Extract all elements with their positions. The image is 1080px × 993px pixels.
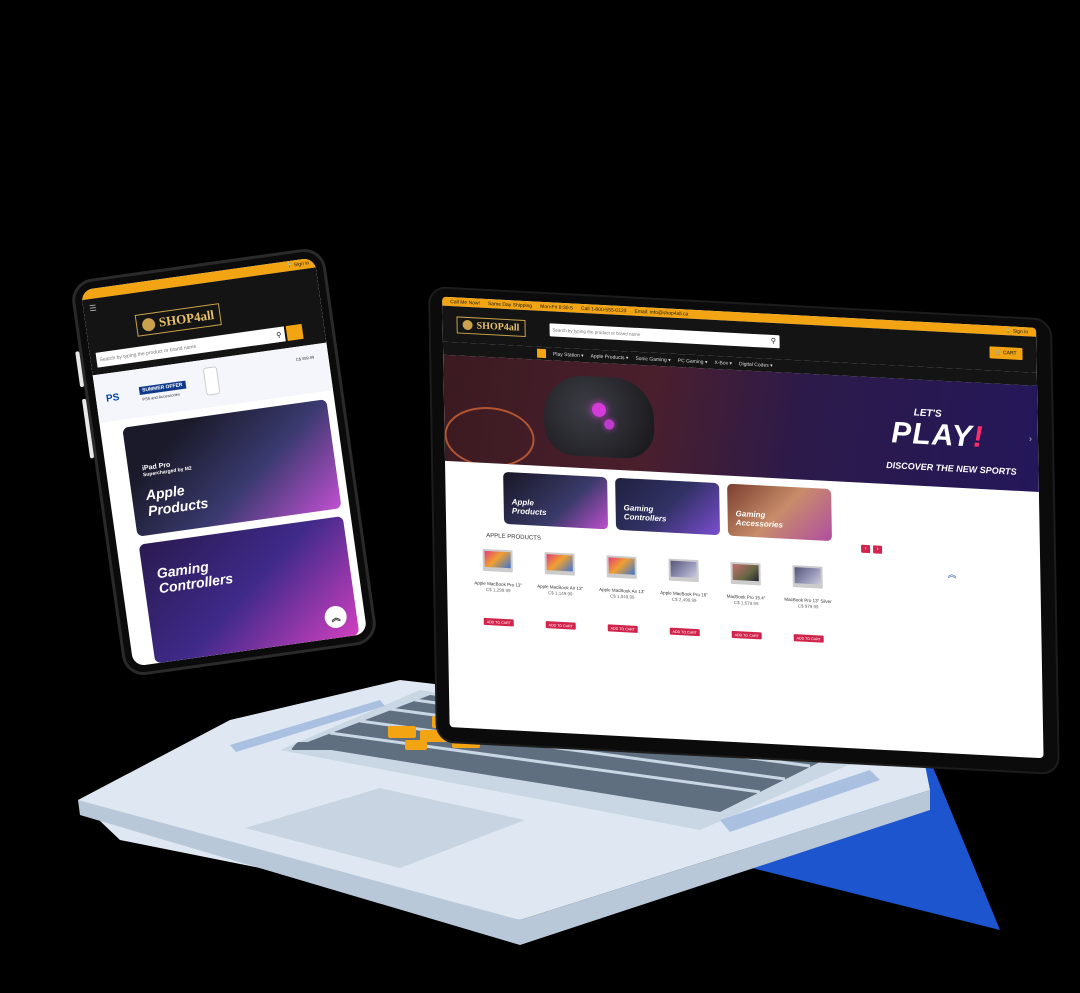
nav-item-apple[interactable]: Apple Products ▾ — [591, 353, 629, 361]
topbar-item: Mon-Fri 8:30-5 — [540, 303, 573, 312]
nav-item-digital-codes[interactable]: Digital Codes ▾ — [739, 361, 773, 369]
hero-line-3: DISCOVER THE NEW SPORTS — [886, 459, 1017, 477]
logo-mark-icon — [141, 316, 156, 332]
product-image — [730, 561, 761, 586]
home-icon[interactable] — [536, 348, 547, 359]
product-image — [482, 548, 513, 573]
product-price: C$ 1,299.99 — [485, 587, 511, 594]
console-image — [202, 366, 221, 396]
product-image — [606, 555, 637, 579]
carousel-prev-button[interactable]: ‹ — [861, 544, 871, 554]
add-to-cart-button[interactable]: ADD TO CART — [793, 634, 824, 644]
logo-text: SHOP4all — [157, 307, 216, 330]
hero-exclamation: ! — [972, 420, 985, 455]
product-card[interactable]: MacBook Pro 15.4" C$ 1,679.99 ADD TO CAR… — [716, 551, 775, 641]
nav-item-pc-gaming[interactable]: PC Gaming ▾ — [678, 358, 708, 366]
product-price: C$ 1,149.99 — [547, 590, 573, 597]
product-card[interactable]: Apple MacBook Pro 16" C$ 2,499.99 ADD TO… — [654, 548, 713, 638]
logo-text: SHOP4all — [476, 319, 520, 334]
topbar-item: Call Me Now! — [450, 298, 480, 307]
product-price: C$ 1,679.99 — [733, 600, 759, 607]
product-list: Apple MacBook Pro 13" C$ 1,299.99 ADD TO… — [468, 538, 837, 644]
product-price: C$ 1,049.99 — [609, 593, 635, 601]
product-price: C$ 979.99 — [797, 603, 819, 610]
product-name[interactable]: MacBook Pro 15.4" — [727, 594, 766, 601]
hero-line-2: PLAY! — [891, 416, 984, 455]
category-label: Apple Products — [144, 482, 210, 519]
add-to-cart-button[interactable]: ADD TO CART — [669, 628, 700, 637]
product-image — [544, 552, 575, 576]
laptop-screen: Call Me Now! Same Day Shipping Mon-Fri 8… — [442, 296, 1044, 759]
gamepad-button-glow — [604, 419, 615, 430]
promo-price: C$ 599.99 — [295, 354, 315, 362]
add-to-cart-button[interactable]: ADD TO CART — [731, 631, 762, 640]
add-to-cart-button[interactable]: ADD TO CART — [607, 624, 638, 634]
product-card[interactable]: MacBook Pro 13" Silver C$ 979.99 ADD TO … — [778, 554, 837, 644]
product-image — [792, 565, 823, 589]
category-gaming-controllers[interactable]: Gaming Controllers — [615, 477, 721, 536]
nav-item-sonic[interactable]: Sonic Gaming ▾ — [635, 355, 670, 363]
phone-site-logo[interactable]: SHOP4all — [134, 303, 222, 337]
scroll-top-icon[interactable]: ︽ — [323, 604, 349, 630]
laptop-screen-frame: Call Me Now! Same Day Shipping Mon-Fri 8… — [430, 288, 1058, 774]
add-to-cart-button[interactable]: ADD TO CART — [545, 621, 576, 631]
phone-cart-button[interactable] — [285, 323, 304, 341]
search-bar: ⚲ — [549, 322, 780, 348]
category-label: Gaming Controllers — [623, 503, 667, 524]
category-label: Apple Products — [511, 497, 547, 518]
category-apple-products[interactable]: Apple Products — [503, 471, 609, 530]
phone-category-apple-products[interactable]: iPad Pro Supercharged by M2 Apple Produc… — [122, 399, 342, 537]
search-icon[interactable]: ⚲ — [767, 334, 779, 348]
playstation-logo: PS — [105, 391, 121, 405]
carousel-next-button[interactable]: › — [873, 545, 883, 554]
product-card[interactable]: Apple MacBook Air 13" C$ 1,149.99 ADD TO… — [530, 541, 589, 631]
search-input[interactable] — [549, 322, 768, 348]
carousel-pager: ‹ › — [861, 544, 883, 554]
site-logo[interactable]: SHOP4all — [456, 315, 526, 337]
category-gaming-accessories[interactable]: Gaming Accessories — [727, 483, 832, 542]
gamepad-button-glow — [591, 402, 607, 418]
nav-item-playstation[interactable]: Play Station ▾ — [553, 351, 584, 359]
product-price: C$ 2,499.99 — [671, 597, 697, 604]
hero-next-arrow-icon[interactable]: › — [1029, 433, 1032, 443]
product-card[interactable]: Apple MacBook Air 13" C$ 1,049.99 ADD TO… — [592, 545, 651, 635]
product-image — [668, 558, 699, 583]
search-icon[interactable]: ⚲ — [272, 330, 285, 340]
logo-mark-icon — [462, 319, 473, 331]
nav-item-xbox[interactable]: X-Box ▾ — [714, 359, 732, 366]
add-to-cart-button[interactable]: ADD TO CART — [483, 618, 514, 627]
product-card[interactable]: Apple MacBook Pro 13" C$ 1,299.99 ADD TO… — [468, 538, 527, 628]
cart-button[interactable]: 🛒 CART — [989, 346, 1023, 361]
scroll-top-icon[interactable]: ︽ — [947, 567, 956, 580]
category-subtitle: iPad Pro Supercharged by M2 — [142, 459, 193, 479]
category-label: Gaming Accessories — [735, 509, 783, 530]
hero-glow-ring — [444, 404, 536, 470]
category-label: Gaming Controllers — [155, 558, 235, 597]
menu-icon[interactable]: ☰ — [89, 303, 97, 313]
signin-link[interactable]: 🔒 Sign in — [1005, 328, 1028, 335]
hero-play-text: PLAY — [890, 416, 974, 454]
